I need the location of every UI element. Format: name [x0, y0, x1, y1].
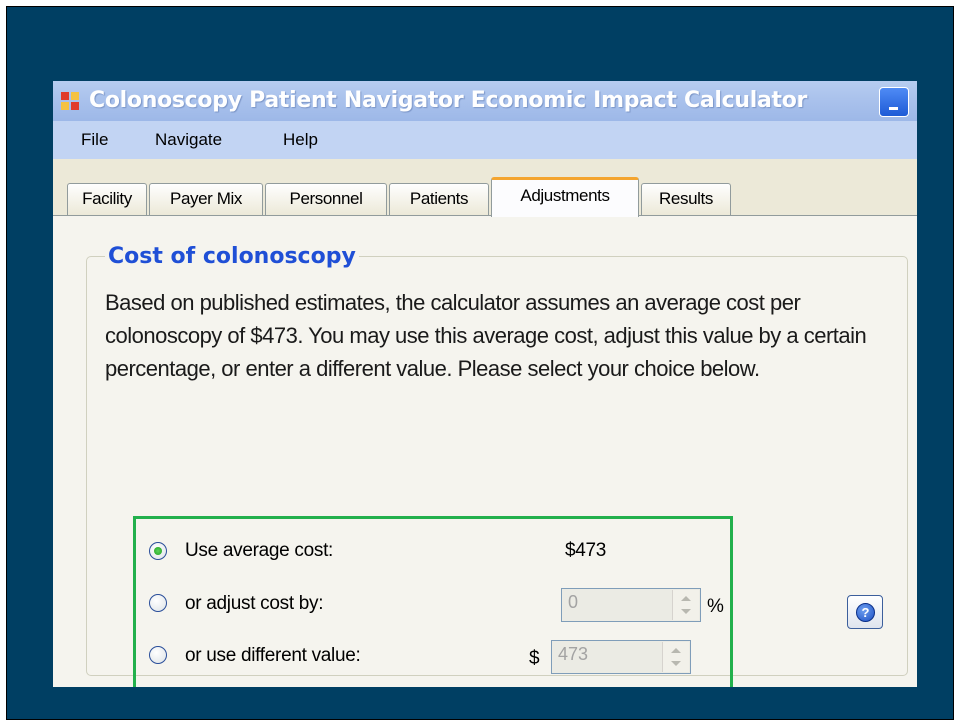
currency-symbol: $	[529, 648, 540, 669]
radio-different-value[interactable]	[149, 646, 167, 664]
tab-panel-adjustments: Cost of colonoscopy Based on published e…	[53, 215, 917, 687]
radio-adjust-cost[interactable]	[149, 594, 167, 612]
tab-patients[interactable]: Patients	[389, 183, 489, 215]
help-button[interactable]: ?	[847, 595, 883, 629]
app-window: Colonoscopy Patient Navigator Economic I…	[53, 81, 917, 687]
chevron-up-icon	[671, 648, 681, 653]
tab-personnel[interactable]: Personnel	[265, 183, 387, 215]
help-icon: ?	[856, 603, 875, 622]
title-bar: Colonoscopy Patient Navigator Economic I…	[53, 81, 917, 121]
different-value-stepper[interactable]: 473	[551, 640, 691, 674]
adjust-percent-stepper[interactable]: 0	[561, 588, 701, 622]
minimize-button[interactable]	[879, 87, 909, 117]
radio-use-average[interactable]	[149, 542, 167, 560]
average-cost-value: $473	[565, 540, 607, 561]
group-title: Cost of colonoscopy	[105, 244, 359, 269]
chevron-up-icon	[681, 596, 691, 601]
tab-payer-mix[interactable]: Payer Mix	[149, 183, 263, 215]
menu-help[interactable]: Help	[283, 130, 318, 150]
label-different-value: or use different value:	[185, 645, 361, 666]
label-adjust-cost: or adjust cost by:	[185, 593, 324, 614]
stepper-buttons[interactable]	[662, 642, 689, 672]
different-value-input: 473	[558, 644, 589, 664]
window-title: Colonoscopy Patient Navigator Economic I…	[89, 88, 808, 113]
menu-navigate[interactable]: Navigate	[155, 130, 222, 150]
chevron-down-icon	[671, 661, 681, 666]
app-icon	[61, 92, 79, 110]
label-use-average: Use average cost:	[185, 540, 334, 561]
tab-results[interactable]: Results	[641, 183, 731, 215]
chevron-down-icon	[681, 609, 691, 614]
percent-unit: %	[707, 596, 724, 617]
stepper-buttons[interactable]	[672, 590, 699, 620]
slide-frame: Colonoscopy Patient Navigator Economic I…	[6, 6, 954, 720]
menu-file[interactable]: File	[81, 130, 108, 150]
tab-facility[interactable]: Facility	[67, 183, 147, 215]
menu-bar: File Navigate Help	[53, 121, 917, 159]
tab-adjustments[interactable]: Adjustments	[491, 177, 639, 217]
adjust-percent-value: 0	[568, 592, 579, 612]
description-text: Based on published estimates, the calcul…	[105, 290, 867, 381]
